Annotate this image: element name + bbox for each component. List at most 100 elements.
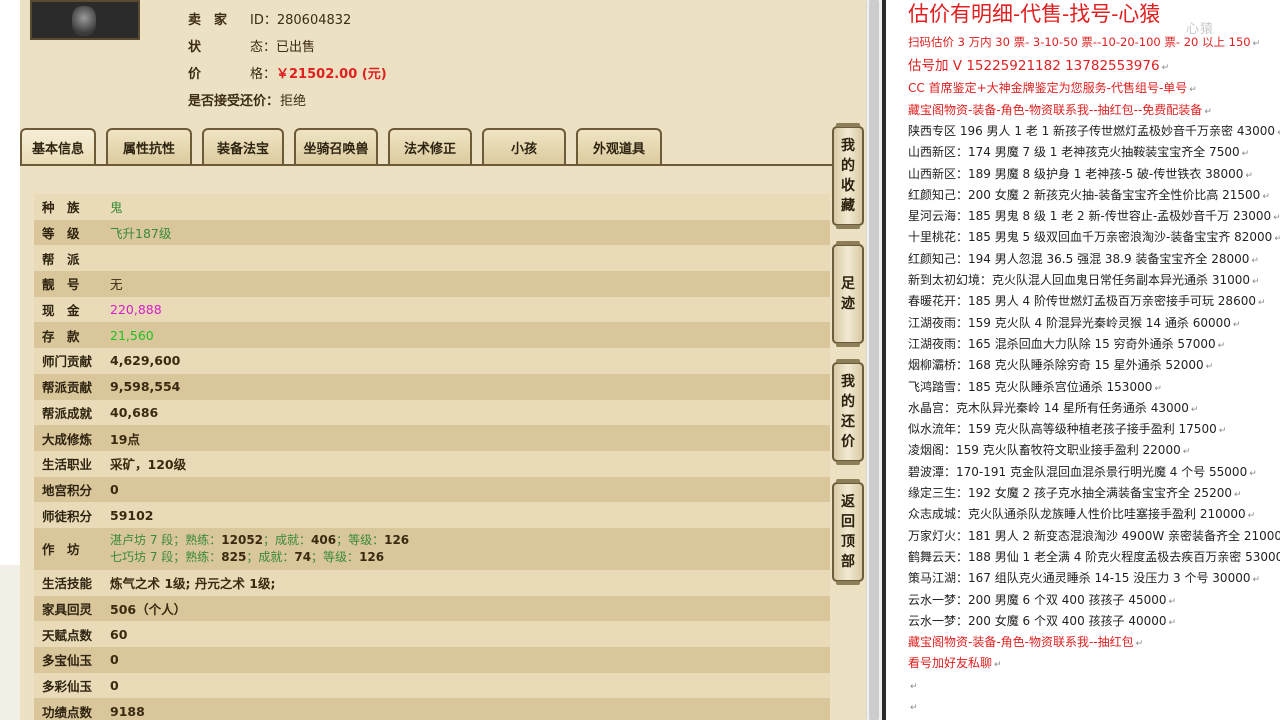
ad-line: 春暖花开：185 男人 4 阶传世燃灯孟极百万亲密接手可玩 28600 ↵ [908, 291, 1266, 311]
table-row: 多彩仙玉 0 [34, 672, 830, 699]
return-mark-icon: ↵ [1168, 617, 1177, 628]
ad-line: ↵ [908, 696, 918, 716]
workshop-1-lvl-label: ；等级： [336, 532, 385, 547]
status-row: 状 态：已出售 [188, 39, 315, 57]
row-key: 功绩点数 [42, 704, 93, 720]
ad-line: 山西新区：174 男魔 7 级 1 老神孩克火抽鞍装宝宝齐全 7500 ↵ [908, 142, 1249, 162]
row-value: 炼气之术 1级; 丹元之术 1级; [110, 576, 276, 592]
back-to-top-button[interactable]: 返 回 顶 部 [832, 479, 864, 585]
row-value: 0 [110, 678, 119, 694]
price-label: 价 [188, 67, 202, 82]
side-char: 迹 [841, 296, 855, 312]
status-label-2: 态： [250, 40, 277, 55]
row-value: 60 [110, 626, 128, 642]
return-mark-icon: ↵ [1154, 383, 1162, 394]
return-mark-icon: ↵ [1241, 149, 1250, 160]
return-mark-icon: ↵ [910, 703, 918, 713]
scrollbar-thumb[interactable] [869, 0, 879, 720]
ad-line-text: 策马江湖：167 组队克火通灵睡杀 14-15 没压力 3 个号 30000 [908, 571, 1251, 586]
workshop-1-name: 湛卢坊 7 段；熟练： [110, 532, 222, 547]
screen: 卖 家 ID：280604832 状态：已出售 价格：￥21502.00 (元) … [0, 0, 1280, 720]
return-mark-icon: ↵ [1252, 277, 1260, 287]
seller-row: 卖 家 ID：280604832 [188, 12, 351, 30]
row-key: 帮派贡献 [42, 380, 93, 396]
table-row: 种 族鬼 [34, 194, 830, 220]
ad-line-text: 烟柳灞桥：168 克火队睡杀除穷奇 15 星外通杀 52000 [908, 358, 1204, 373]
ad-line: 江湖夜雨：159 克火队 4 阶混异光秦岭灵猴 14 通杀 60000 ↵ [908, 313, 1240, 333]
ad-line-text: 新到太初幻境：克火队混人回血鬼日常任务副本异光通杀 31000 [908, 273, 1250, 287]
ad-line-text: 碧波潭：170-191 克金队混回血混杀景行明光魔 4 个号 55000 [908, 464, 1248, 479]
ad-text-panel: 估价有明细-代售-找号-心猿 心猿 扫码估价 3 万内 30 票- 3-10-5… [886, 0, 1280, 720]
tab-equipment[interactable]: 装备法宝 [202, 128, 284, 164]
ad-line: 陕西专区 196 男人 1 老 1 新孩子传世燃灯孟极妙音千万亲密 43000↵ [908, 121, 1280, 141]
ad-line: 藏宝阁物资-装备-角色-物资联系我--抽红包 ↵ [908, 632, 1143, 652]
table-row: 帮 派 [34, 245, 830, 272]
seller-id: 280604832 [276, 13, 352, 28]
row-key: 等 级 [42, 226, 80, 242]
ad-line-text: 山西新区：174 男魔 7 级 1 老神孩克火抽鞍装宝宝齐全 7500 [908, 145, 1240, 160]
return-mark-icon: ↵ [1161, 63, 1170, 73]
return-mark-icon: ↵ [1217, 340, 1226, 351]
ad-line: 看号加好友私聊 ↵ [908, 653, 1002, 673]
table-row: 靓 号无 [34, 271, 830, 297]
ad-line: 飞鸿踏雪：185 克火队睡杀宫位通杀 153000 ↵ [908, 377, 1162, 397]
row-key: 帮派成就 [42, 405, 93, 421]
ad-line: 似水流年：159 克火队高等级种植老孩子接手盈利 17500 ↵ [908, 419, 1226, 439]
row-key: 作 坊 [42, 542, 80, 558]
my-counter-offers-button[interactable]: 我 的 还 价 [832, 359, 864, 465]
tab-bar: 基本信息 属性抗性 装备法宝 坐骑召唤兽 法术修正 小孩 外观道具 [20, 128, 866, 166]
cash-value: 220,888 [110, 302, 162, 318]
side-char: 的 [841, 394, 855, 410]
ad-line-text: 陕西专区 196 男人 1 老 1 新孩子传世燃灯孟极妙音千万亲密 43000 [908, 123, 1276, 138]
table-row: 多宝仙玉 0 [34, 647, 830, 673]
info-table: 种 族 鬼 等 级 飞升187级 帮 派 靓 号 无 现 金 220,888 存 款 21… [34, 194, 830, 720]
row-value: 采矿，120级 [110, 457, 187, 473]
return-mark-icon: ↵ [1182, 447, 1191, 458]
table-row: 大成修炼 19点 [34, 425, 830, 451]
return-mark-icon: ↵ [1257, 298, 1266, 309]
ad-line-text: 十里桃花：185 男鬼 5 级双回血千万亲密浪淘沙-装备宝宝齐 82000 [908, 230, 1273, 245]
ad-line-text: 扫码估价 3 万内 30 票- 3-10-50 票--10-20-100 票- … [908, 35, 1251, 49]
tab-attributes[interactable]: 属性抗性 [106, 128, 192, 164]
return-mark-icon: ↵ [1245, 170, 1253, 181]
tab-child[interactable]: 小孩 [482, 128, 566, 164]
row-value: 9,598,554 [110, 379, 181, 395]
side-char: 收 [841, 178, 855, 194]
return-mark-icon: ↵ [1252, 39, 1261, 49]
side-char: 的 [841, 158, 855, 174]
return-mark-icon: ↵ [1273, 213, 1280, 224]
row-key: 师门贡献 [42, 354, 93, 370]
row-key: 大成修炼 [42, 431, 93, 447]
ad-line: 万家灯火：181 男人 2 新变态混浪淘沙 4900W 亲密装备齐全 21000… [908, 526, 1280, 546]
return-mark-icon: ↵ [1252, 575, 1261, 586]
deposit-value: 21,560 [110, 327, 154, 343]
price-value: ￥21502.00 (元) [276, 67, 387, 82]
ad-line-text: 鹤舞云天：188 男仙 1 老全满 4 阶克火程度孟极去疾百万亲密 53000 [908, 549, 1280, 564]
workshop-line-2: 七巧坊 7 段；熟练：825；成就：74；等级：126 [110, 549, 409, 566]
left-margin [0, 0, 20, 565]
table-row: 师徒积分 59102 [34, 502, 830, 528]
side-char: 还 [841, 414, 855, 430]
ad-line: 山西新区：189 男魔 8 级护身 1 老神孩-5 破-传世铁衣 38000 ↵ [908, 164, 1253, 184]
ad-line-text: 星河云海：185 男鬼 8 级 1 老 2 新-传世容止-孟极妙音千万 2300… [908, 209, 1272, 224]
return-mark-icon: ↵ [1249, 468, 1257, 479]
ad-line: 新到太初幻境：克火队混人回血鬼日常任务副本异光通杀 31000 ↵ [908, 270, 1260, 290]
table-row: 现 金 220,888 [34, 296, 830, 323]
tab-appearance[interactable]: 外观道具 [576, 128, 662, 164]
tab-spell-mods[interactable]: 法术修正 [388, 128, 472, 164]
footprint-button[interactable]: 足 迹 [832, 241, 864, 347]
return-mark-icon: ↵ [1190, 404, 1199, 415]
ad-line: 红颜知己：200 女魔 2 新孩克火抽-装备宝宝齐全性价比高 21500 ↵ [908, 185, 1270, 205]
ad-line-text: 众志成城：克火队通杀队龙族睡人性价比哇塞接手盈利 210000 [908, 507, 1246, 522]
row-value: 506（个人） [110, 601, 187, 617]
tab-mounts-pets[interactable]: 坐骑召唤兽 [294, 128, 378, 164]
table-row: 生活技能 炼气之术 1级; 丹元之术 1级; [34, 569, 830, 596]
my-favorites-button[interactable]: 我 的 收 藏 [832, 123, 864, 229]
price-row: 价 格：￥21502.00 (元) [188, 66, 387, 84]
row-value: 0 [110, 652, 119, 668]
side-char: 返 [841, 494, 855, 510]
ad-line-text: CC 首席鉴定+大神金牌鉴定为您服务-代售组号-单号 [908, 81, 1188, 96]
workshop-1-lvl: 126 [384, 532, 410, 547]
table-row: 生活职业 采矿，120级 [34, 450, 830, 477]
tab-basic-info[interactable]: 基本信息 [20, 128, 96, 164]
